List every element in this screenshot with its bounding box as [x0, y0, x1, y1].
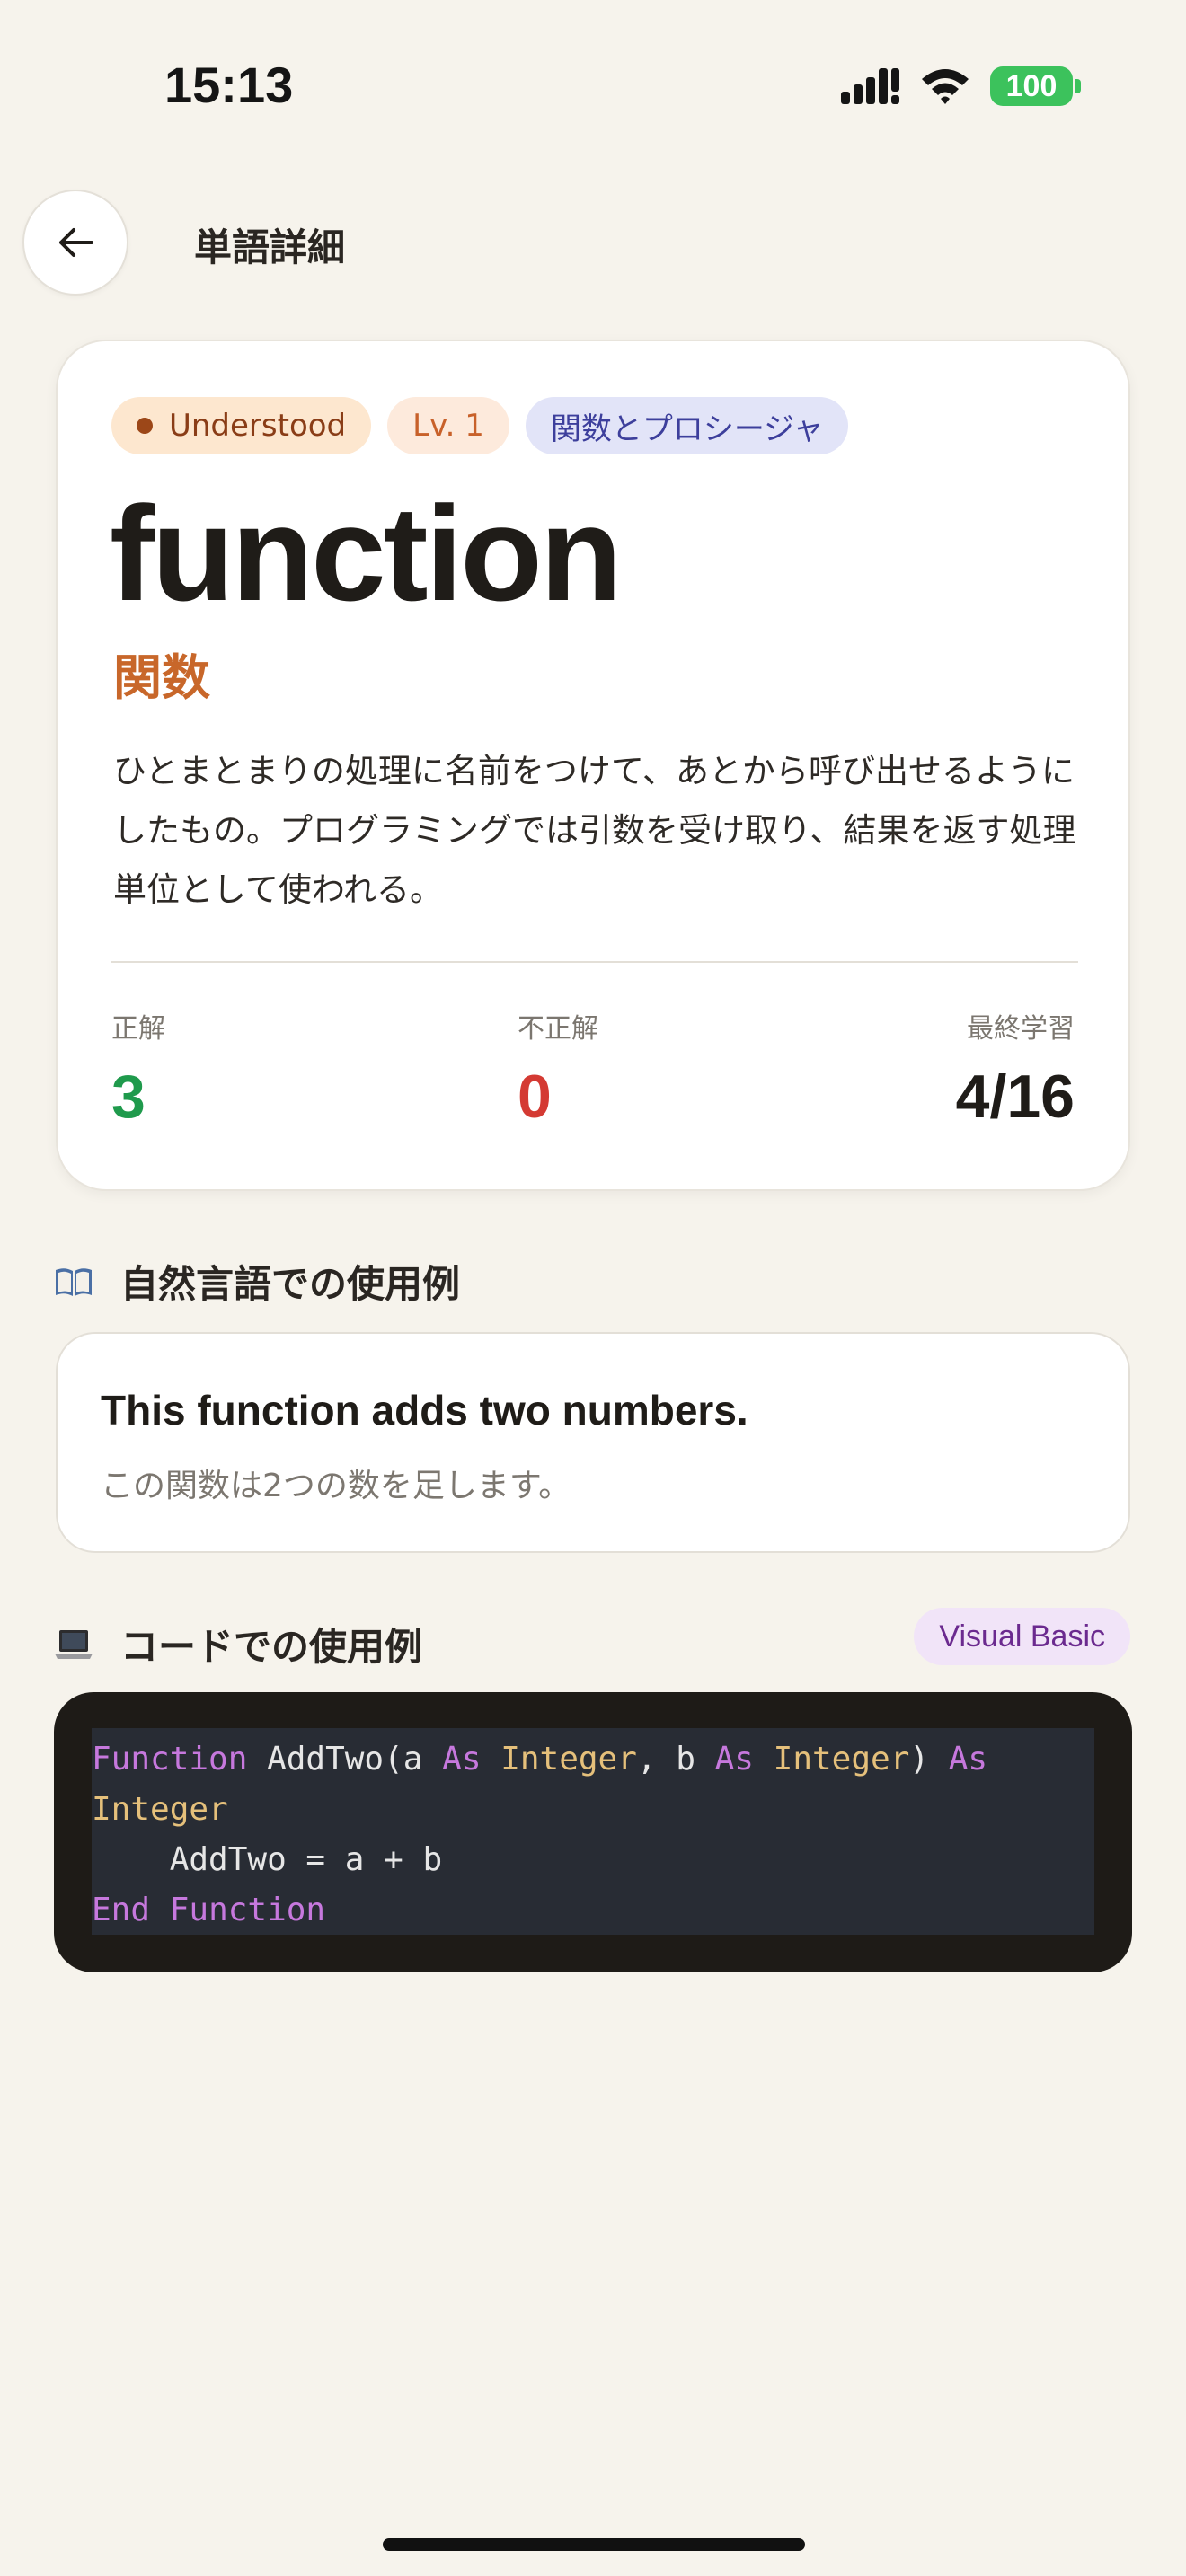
status-badge: Understood: [111, 397, 372, 454]
code-block: Function AddTwo(a As Integer, b As Integ…: [54, 1692, 1132, 1972]
battery-level: 100: [1005, 68, 1058, 103]
code-example-header: コードでの使用例: [54, 1617, 422, 1672]
back-button[interactable]: [22, 190, 128, 296]
code-token: Function: [169, 1892, 326, 1928]
status-time: 15:13: [164, 57, 294, 113]
wifi-icon: [922, 69, 969, 104]
natural-example-header: 自然言語での使用例: [54, 1254, 460, 1309]
word-detail-screen: 15:13 100 単語詳細 Understood Lv. 1 関数とプロシージ…: [0, 0, 1186, 2576]
code-token: Function: [92, 1741, 248, 1778]
stat-incorrect-value: 0: [518, 1063, 552, 1131]
code-token: ): [909, 1741, 949, 1778]
stat-correct: 正解 3: [111, 1006, 165, 1132]
arrow-left-icon: [59, 228, 93, 257]
code-line: Integer: [92, 1791, 228, 1828]
open-book-icon: [56, 1267, 92, 1296]
stat-incorrect-label: 不正解: [518, 1013, 598, 1045]
word-term: function: [110, 478, 623, 629]
code-line: AddTwo = a + b: [92, 1841, 442, 1878]
word-card: Understood Lv. 1 関数とプロシージャ function 関数 ひ…: [56, 340, 1130, 1191]
example-sentence: This function adds two numbers.: [101, 1387, 748, 1434]
code-token: Integer: [773, 1741, 910, 1778]
language-badge: Visual Basic: [914, 1608, 1130, 1665]
code-token: End: [92, 1892, 151, 1928]
battery-indicator: 100: [990, 66, 1081, 106]
word-definition: ひとまとまりの処理に名前をつけて、あとから呼び出せるようにしたもの。プログラミン…: [113, 752, 1076, 909]
code-token: As: [442, 1741, 482, 1778]
stat-last-studied-value: 4/16: [955, 1063, 1075, 1131]
status-dot-icon: [137, 418, 153, 434]
stat-incorrect: 不正解 0: [518, 1006, 598, 1132]
example-translation: この関数は2つの数を足します。: [101, 1468, 571, 1504]
code-token: Integer: [92, 1791, 228, 1828]
divider: [111, 961, 1078, 963]
stat-last-studied-label: 最終学習: [967, 1013, 1075, 1045]
stat-correct-value: 3: [111, 1063, 146, 1131]
code-token: AddTwo(a: [247, 1741, 443, 1778]
code-example-title: コードでの使用例: [120, 1625, 423, 1669]
natural-example-card: This function adds two numbers. この関数は2つの…: [56, 1332, 1130, 1553]
badge-row: Understood Lv. 1 関数とプロシージャ: [111, 397, 849, 454]
code-token: As: [714, 1741, 754, 1778]
category-badge: 関数とプロシージャ: [525, 397, 849, 454]
cellular-signal-icon: [841, 68, 899, 104]
code-token: Integer: [500, 1741, 637, 1778]
code-token: As: [948, 1741, 988, 1778]
code-line: End Function: [92, 1892, 325, 1928]
status-badge-label: Understood: [169, 408, 347, 444]
code-token: AddTwo = a + b: [92, 1841, 443, 1878]
code-content: Function AddTwo(a As Integer, b As Integ…: [92, 1728, 1094, 1935]
status-bar: 15:13 100: [0, 0, 1186, 171]
home-indicator[interactable]: [383, 2538, 805, 2551]
stat-last-studied: 最終学習 4/16: [956, 1006, 1075, 1132]
code-token: , b: [636, 1741, 715, 1778]
code-line: Function AddTwo(a As Integer, b As Integ…: [92, 1741, 987, 1778]
level-badge: Lv. 1: [387, 397, 509, 454]
laptop-icon: [55, 1629, 93, 1659]
page-title: 単語詳細: [194, 225, 346, 269]
natural-example-title: 自然言語での使用例: [120, 1262, 461, 1306]
word-translation: 関数: [113, 649, 210, 706]
stat-correct-label: 正解: [111, 1013, 165, 1045]
